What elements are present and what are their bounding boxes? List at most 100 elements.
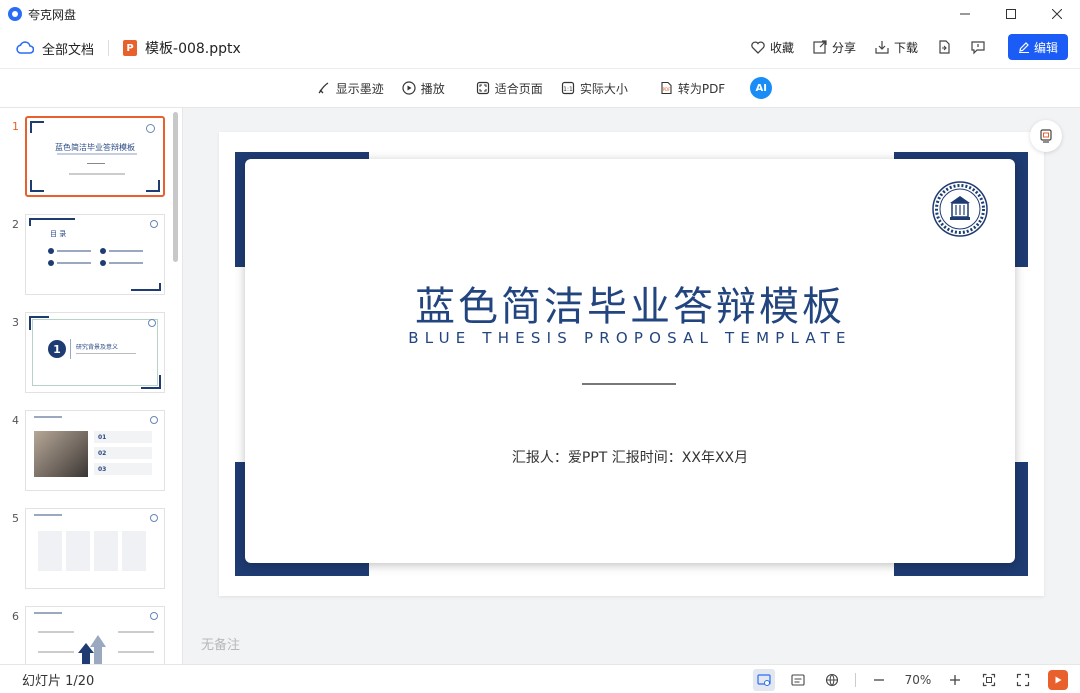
thumbnail-row[interactable]: 2 目 录 <box>0 214 182 298</box>
slide-title: 蓝色简洁毕业答辩模板 <box>415 284 845 330</box>
status-bar: 幻灯片 1/20 70% <box>0 664 1080 693</box>
thumb-item-number: 02 <box>98 450 107 457</box>
pdf-icon: PDF <box>661 81 672 95</box>
zoom-in-icon[interactable] <box>944 669 966 691</box>
thumbnail-number: 6 <box>12 610 19 623</box>
play-button[interactable]: 播放 <box>402 80 445 97</box>
slide-thumbnail[interactable]: 蓝色简洁毕业答辩模板 <box>25 116 165 197</box>
slide-thumbnail[interactable]: 目 录 <box>25 214 165 295</box>
university-seal-icon <box>932 181 988 237</box>
thumbnail-number: 5 <box>12 512 19 525</box>
feedback-icon <box>971 41 985 55</box>
divider <box>108 40 110 56</box>
view-controls: 70% <box>741 669 1068 691</box>
thumb-item-number: 01 <box>98 434 107 441</box>
title-divider <box>582 383 676 385</box>
slide-counter: 幻灯片 1/20 <box>22 673 95 689</box>
thumbnail-number: 4 <box>12 414 19 427</box>
share-icon <box>813 40 827 54</box>
fit-page-button[interactable]: 适合页面 <box>476 80 543 97</box>
minimize-icon[interactable] <box>942 0 988 28</box>
actual-size-button[interactable]: 1:1 实际大小 <box>561 80 628 97</box>
to-pdf-label: 转为PDF <box>677 81 726 96</box>
actual-size-label: 实际大小 <box>579 81 628 96</box>
thumb-title: 蓝色简洁毕业答辩模板 <box>55 143 135 152</box>
download-icon <box>875 41 889 54</box>
thumbnail-row[interactable]: 6 <box>0 606 182 664</box>
floating-tool-button[interactable] <box>1030 120 1062 152</box>
zoom-level[interactable]: 70% <box>904 673 932 687</box>
thumb-heading: 目 录 <box>50 230 67 238</box>
app-title: 夸克网盘 <box>28 7 77 22</box>
zoom-out-icon[interactable] <box>868 669 890 691</box>
show-ink-label: 显示墨迹 <box>335 81 384 96</box>
play-label: 播放 <box>420 81 445 96</box>
normal-view-icon[interactable] <box>753 669 775 691</box>
slide-thumbnail-panel: 1 蓝色简洁毕业答辩模板 2 目 录 3 1 研究背景及意义 4 01 02 0… <box>0 108 183 664</box>
fit-page-label: 适合页面 <box>494 81 543 96</box>
favorite-label: 收藏 <box>769 40 794 55</box>
share-label: 分享 <box>831 40 856 55</box>
fullscreen-icon[interactable] <box>1012 669 1034 691</box>
pptx-file-icon: P <box>123 40 138 56</box>
thumbnail-number: 1 <box>12 120 19 133</box>
thumb-item-number: 03 <box>98 466 107 473</box>
slide-subtitle: BLUE THESIS PROPOSAL TEMPLATE <box>408 329 852 347</box>
divider <box>855 673 856 687</box>
thumbnail-row[interactable]: 3 1 研究背景及意义 <box>0 312 182 396</box>
to-pdf-button[interactable]: PDF 转为PDF <box>659 80 725 97</box>
window-controls <box>942 0 1080 28</box>
slides-icon <box>1040 129 1052 143</box>
slideshow-play-icon[interactable] <box>1048 670 1068 690</box>
import-button[interactable] <box>936 39 952 55</box>
slide-thumbnail[interactable] <box>25 508 165 589</box>
file-name: 模板-008.pptx <box>145 41 241 57</box>
reporter-info: 汇报人：爱PPT 汇报时间：XX年XX月 <box>511 450 749 466</box>
file-import-icon <box>939 40 950 54</box>
thumbnail-row[interactable]: 5 <box>0 508 182 592</box>
title-bar: 夸克网盘 <box>0 0 1080 28</box>
thumbnail-scrollbar[interactable] <box>173 112 178 262</box>
thumbnail-row[interactable]: 4 01 02 03 <box>0 410 182 494</box>
thumb-section-heading: 研究背景及意义 <box>76 344 119 351</box>
actual-size-icon: 1:1 <box>561 81 574 95</box>
slide-thumbnail[interactable] <box>25 606 165 664</box>
viewer-toolbar: 显示墨迹 播放 适合页面 1:1 实际大小 PDF 转为PDF AI <box>0 68 1080 108</box>
fit-view-icon[interactable] <box>978 669 1000 691</box>
notes-placeholder[interactable]: 无备注 <box>201 634 240 653</box>
file-toolbar: 全部文档 P 模板-008.pptx 收藏 分享 下载 编辑 <box>0 28 1080 68</box>
pen-icon <box>1018 42 1029 53</box>
edit-label: 编辑 <box>1033 40 1058 55</box>
maximize-icon[interactable] <box>988 0 1034 28</box>
slide-thumbnail[interactable]: 1 研究背景及意义 <box>25 312 165 393</box>
slide-stage: 蓝色简洁毕业答辩模板 BLUE THESIS PROPOSAL TEMPLATE… <box>183 108 1080 664</box>
slide-thumbnail[interactable]: 01 02 03 <box>25 410 165 491</box>
all-docs-link[interactable]: 全部文档 <box>42 39 94 58</box>
close-icon[interactable] <box>1034 0 1080 28</box>
show-ink-button[interactable]: 显示墨迹 <box>317 80 384 97</box>
thumb-section-number: 1 <box>48 340 66 358</box>
slide-canvas: 蓝色简洁毕业答辩模板 BLUE THESIS PROPOSAL TEMPLATE… <box>219 132 1044 596</box>
download-label: 下载 <box>893 40 918 55</box>
favorite-button[interactable]: 收藏 <box>750 39 794 56</box>
svg-text:PDF: PDF <box>662 87 670 92</box>
file-actions: 收藏 分享 下载 编辑 <box>732 34 1068 60</box>
quark-logo-icon <box>8 7 22 21</box>
language-icon[interactable] <box>821 669 843 691</box>
ink-icon <box>318 82 329 94</box>
cloud-icon <box>16 41 34 54</box>
feedback-button[interactable] <box>970 39 986 55</box>
notes-view-icon[interactable] <box>787 669 809 691</box>
play-circle-icon <box>402 81 416 95</box>
download-button[interactable]: 下载 <box>874 39 918 56</box>
edit-button[interactable]: 编辑 <box>1008 34 1068 60</box>
ai-assistant-icon[interactable]: AI <box>750 77 773 99</box>
fit-page-icon <box>476 81 489 95</box>
thumbnail-row[interactable]: 1 蓝色简洁毕业答辩模板 <box>0 116 182 200</box>
thumbnail-number: 2 <box>12 218 19 231</box>
slide-card: 蓝色简洁毕业答辩模板 BLUE THESIS PROPOSAL TEMPLATE… <box>245 159 1015 563</box>
thumbnail-number: 3 <box>12 316 19 329</box>
svg-text:1:1: 1:1 <box>563 86 573 93</box>
share-button[interactable]: 分享 <box>812 39 856 56</box>
heart-icon <box>751 41 765 54</box>
